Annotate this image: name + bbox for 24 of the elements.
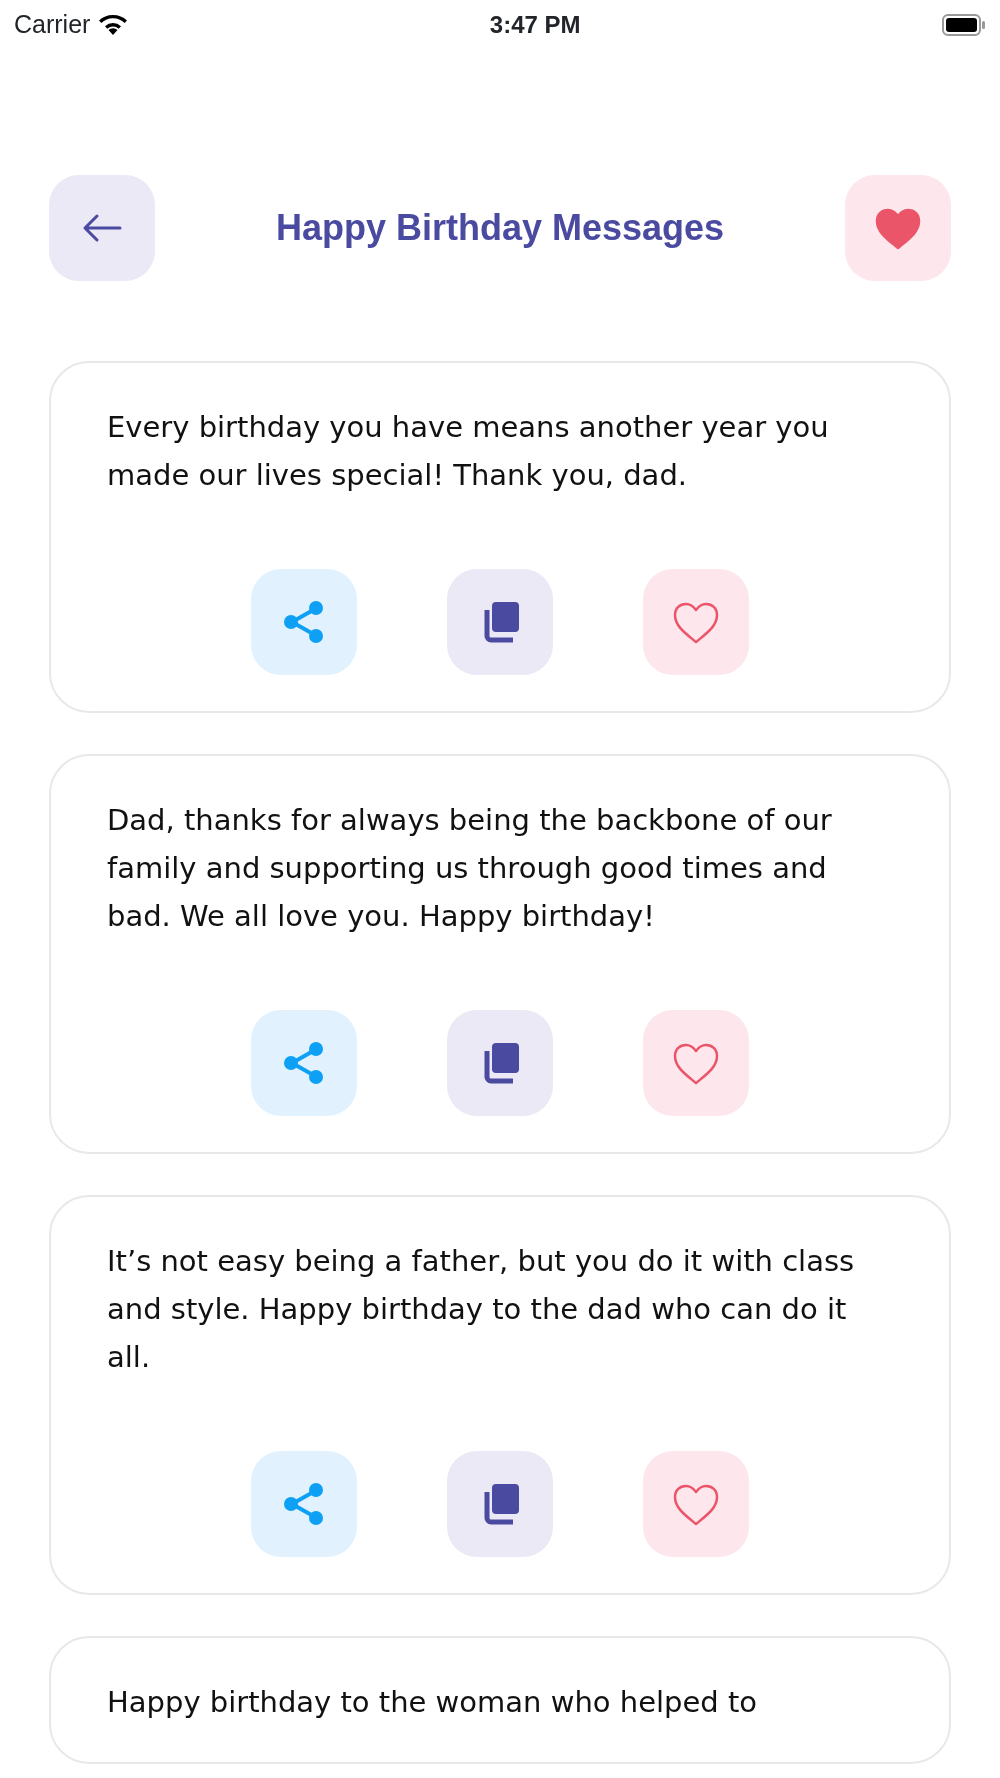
share-button[interactable] (251, 1010, 357, 1116)
message-text: Every birthday you have means another year you made our lives special! Thank you, dad. (107, 409, 830, 494)
wifi-icon (98, 14, 129, 36)
share-button[interactable] (251, 569, 357, 675)
copy-button[interactable] (447, 1451, 553, 1557)
battery-icon (942, 14, 986, 36)
favorite-button[interactable] (643, 569, 749, 675)
page-title: Happy Birthday Messages (275, 206, 725, 250)
back-arrow-icon (82, 213, 122, 243)
favorite-button[interactable] (643, 1451, 749, 1557)
message-text: Dad, thanks for always being the backbone of our family and supporting us through good times and bad. We all love you. Happy birthday! (107, 802, 833, 935)
back-button[interactable] (49, 175, 155, 281)
favorites-button[interactable] (845, 175, 951, 281)
share-icon (282, 599, 326, 645)
message-text: It’s not easy being a father, but you do it with class and style. Happy birthday to the dad who can do it all. (107, 1243, 856, 1376)
copy-button[interactable] (447, 569, 553, 675)
message-text: Happy birthday to the woman who helped to (107, 1684, 759, 1721)
share-icon (282, 1481, 326, 1527)
share-button[interactable] (251, 1451, 357, 1557)
clock-time: 3:47 PM (489, 10, 581, 40)
favorite-button[interactable] (643, 1010, 749, 1116)
share-icon (282, 1040, 326, 1086)
copy-button[interactable] (447, 1010, 553, 1116)
carrier-label: Carrier (14, 9, 91, 41)
